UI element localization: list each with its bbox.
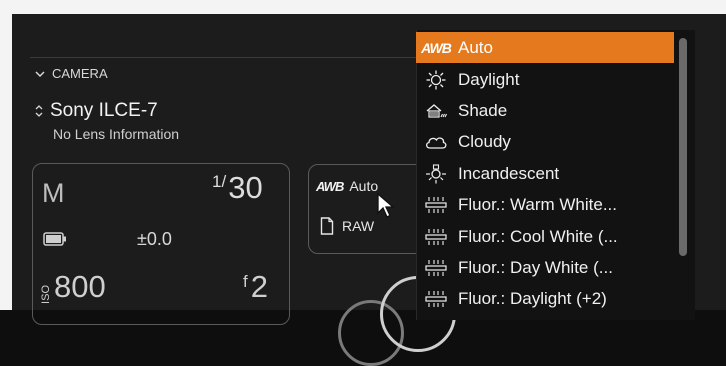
menu-item-incandescent[interactable]: Incandescent (416, 158, 674, 189)
menu-item-fluor-day-white[interactable]: Fluor.: Day White (... (416, 252, 674, 283)
chevron-down-icon (35, 70, 45, 77)
fluorescent-icon (422, 194, 450, 216)
battery-icon (43, 232, 66, 246)
awb-icon: AWB (421, 39, 452, 56)
file-format[interactable]: RAW (320, 217, 374, 235)
section-divider (30, 57, 416, 58)
exposure-compensation[interactable]: ±0.0 (137, 229, 172, 250)
shade-icon (422, 100, 450, 122)
menu-scrollbar[interactable] (679, 38, 687, 256)
aperture-setting[interactable]: f 2 (243, 270, 268, 304)
menu-item-label: Incandescent (458, 163, 560, 183)
fluorescent-icon (422, 226, 450, 248)
awb-icon: AWB (316, 178, 344, 194)
section-title: CAMERA (52, 66, 108, 81)
menu-item-auto[interactable]: AWB Auto (416, 32, 674, 63)
sun-icon (422, 69, 450, 91)
menu-item-label: Fluor.: Cool White (... (458, 226, 618, 246)
menu-item-label: Fluor.: Daylight (+2) (458, 288, 607, 308)
menu-item-fluor-daylight[interactable]: Fluor.: Daylight (+2) (416, 283, 674, 314)
shutter-denominator: 30 (228, 170, 263, 205)
shutter-speed[interactable]: 1 / 30 (212, 170, 263, 206)
menu-item-shade[interactable]: Shade (416, 95, 674, 126)
menu-item-label: Fluor.: Warm White... (458, 194, 618, 214)
document-icon (320, 217, 334, 235)
aperture-f-label: f (243, 272, 248, 291)
iso-setting[interactable]: ISO 800 (40, 269, 106, 305)
menu-item-label: Cloudy (458, 131, 511, 151)
menu-item-cloudy[interactable]: Cloudy (416, 126, 674, 157)
camera-selector[interactable]: Sony ILCE-7 (34, 100, 158, 122)
iso-label: ISO (40, 285, 52, 304)
shutter-slash: / (221, 172, 227, 191)
camera-section-header[interactable]: CAMERA (34, 66, 108, 81)
aperture-value: 2 (250, 269, 268, 304)
up-down-chevron-icon (35, 105, 43, 117)
fluorescent-icon (422, 288, 450, 310)
menu-item-label: Daylight (458, 69, 520, 89)
menu-item-label: Auto (458, 37, 493, 57)
iso-value: 800 (54, 269, 106, 304)
white-balance-button[interactable]: AWB Auto (316, 178, 378, 194)
file-format-label: RAW (342, 218, 375, 234)
menu-item-label: Shade (458, 100, 508, 120)
mouse-pointer-icon (377, 193, 395, 218)
left-background-strip (0, 14, 12, 310)
cloud-icon (422, 131, 450, 153)
shooting-mode[interactable]: M (42, 178, 65, 209)
fluorescent-icon (422, 257, 450, 279)
white-balance-value: Auto (349, 178, 379, 194)
menu-item-daylight[interactable]: Daylight (416, 64, 674, 95)
lens-info: No Lens Information (53, 126, 180, 142)
top-background-strip (0, 0, 726, 14)
camera-name: Sony ILCE-7 (50, 100, 158, 121)
bulb-icon (422, 163, 450, 185)
menu-item-label: Fluor.: Day White (... (458, 257, 613, 277)
menu-item-fluor-warm-white[interactable]: Fluor.: Warm White... (416, 189, 674, 220)
shutter-numerator: 1 (212, 172, 222, 191)
menu-item-fluor-cool-white[interactable]: Fluor.: Cool White (... (416, 221, 674, 252)
